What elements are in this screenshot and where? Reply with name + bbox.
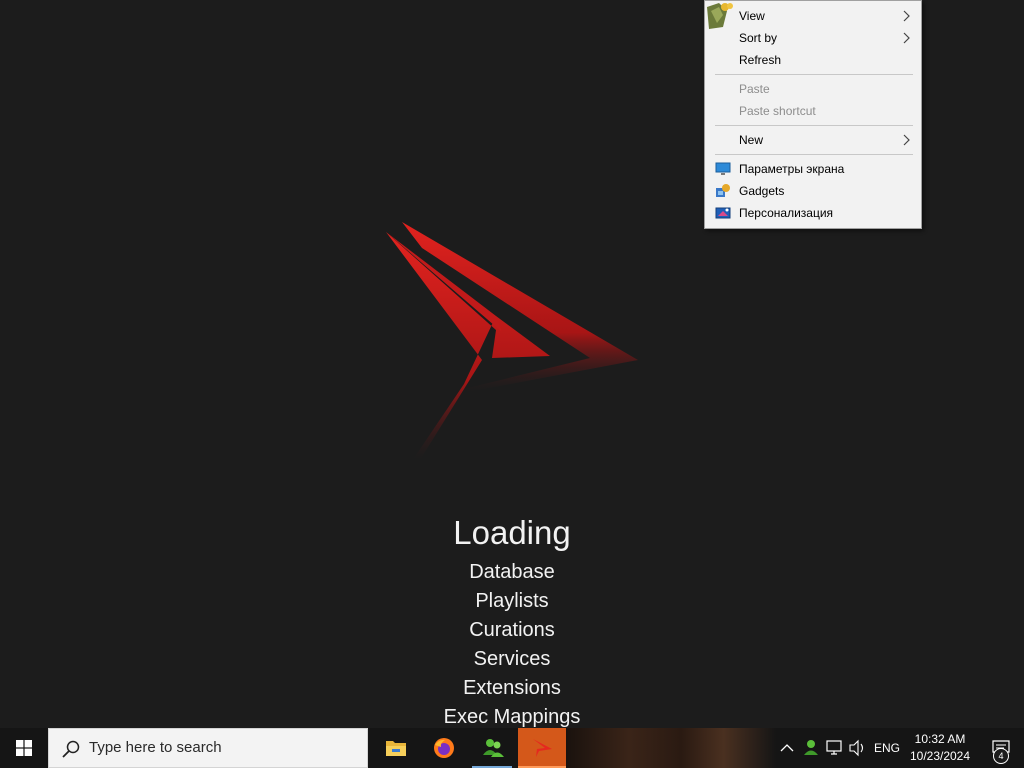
menu-item-personalize[interactable]: Персонализация (705, 202, 921, 224)
menu-item-label: Параметры экрана (739, 162, 845, 176)
search-placeholder: Type here to search (89, 739, 222, 756)
menu-item-label: Refresh (739, 53, 782, 67)
network-icon[interactable] (825, 728, 845, 768)
menu-item-view[interactable]: View (705, 5, 921, 27)
search-icon (62, 740, 80, 758)
chevron-right-icon (903, 134, 910, 146)
users-tray-icon[interactable] (801, 728, 821, 768)
loading-step-services: Services (473, 648, 551, 670)
menu-item-label: Gadgets (739, 184, 785, 198)
desktop-context-menu: View Sort by Refresh Paste Paste shortcu… (704, 0, 922, 229)
menu-item-refresh[interactable]: Refresh (705, 49, 921, 71)
clock-date: 10/23/2024 (909, 749, 971, 763)
users-icon (483, 739, 504, 757)
menu-item-label: View (739, 9, 765, 23)
search-box[interactable]: Type here to search (48, 728, 368, 768)
volume-icon[interactable] (848, 728, 868, 768)
loading-title: Loading (453, 514, 571, 551)
loading-step-database: Database (469, 561, 555, 583)
clock[interactable]: 10:32 AM 10/23/2024 (904, 731, 976, 765)
loading-step-extensions: Extensions (463, 677, 561, 699)
menu-item-label: New (739, 133, 764, 147)
menu-item-label: Paste shortcut (739, 104, 816, 118)
menu-separator (715, 125, 913, 126)
taskbar-file-explorer[interactable] (372, 728, 420, 768)
taskbar-users-app[interactable] (468, 728, 516, 768)
menu-item-display-settings[interactable]: Параметры экрана (705, 158, 921, 180)
chevron-right-icon (903, 10, 910, 22)
menu-item-label: Sort by (739, 31, 778, 45)
folder-icon (386, 741, 406, 756)
menu-separator (715, 154, 913, 155)
chevron-right-icon (903, 32, 910, 44)
language-indicator[interactable]: ENG (874, 728, 900, 768)
taskbar: Type here to search ENG 10:32 AM 10/23/2… (0, 728, 1024, 768)
menu-item-paste[interactable]: Paste (705, 78, 921, 100)
menu-item-sort-by[interactable]: Sort by (705, 27, 921, 49)
menu-item-new[interactable]: New (705, 129, 921, 151)
personalize-icon (715, 207, 731, 219)
taskbar-flashpoint[interactable] (518, 728, 566, 768)
gadgets-icon (716, 184, 730, 197)
taskbar-background-art (566, 728, 776, 768)
menu-item-label: Персонализация (739, 206, 834, 220)
flashpoint-icon (533, 739, 552, 757)
notification-count: 4 (998, 751, 1004, 761)
menu-item-gadgets[interactable]: Gadgets (705, 180, 921, 202)
clock-time: 10:32 AM (914, 732, 966, 746)
desktop[interactable]: Loading Database Playlists Curations Ser… (0, 0, 1024, 728)
notification-count-badge: 4 (993, 748, 1009, 764)
menu-item-label: Paste (739, 82, 770, 96)
menu-item-paste-shortcut[interactable]: Paste shortcut (705, 100, 921, 122)
windows-logo-icon (16, 740, 32, 756)
firefox-icon (434, 738, 454, 758)
chevron-up-icon[interactable] (778, 728, 796, 768)
taskbar-firefox[interactable] (420, 728, 468, 768)
loading-panel: Loading Database Playlists Curations Ser… (362, 512, 662, 728)
flashpoint-logo (386, 222, 638, 460)
monitor-icon (715, 162, 731, 175)
loading-step-playlists: Playlists (475, 590, 549, 612)
loading-step-exec-mappings: Exec Mappings (443, 706, 581, 728)
start-button[interactable] (0, 728, 48, 768)
menu-separator (715, 74, 913, 75)
loading-step-curations: Curations (469, 619, 555, 641)
